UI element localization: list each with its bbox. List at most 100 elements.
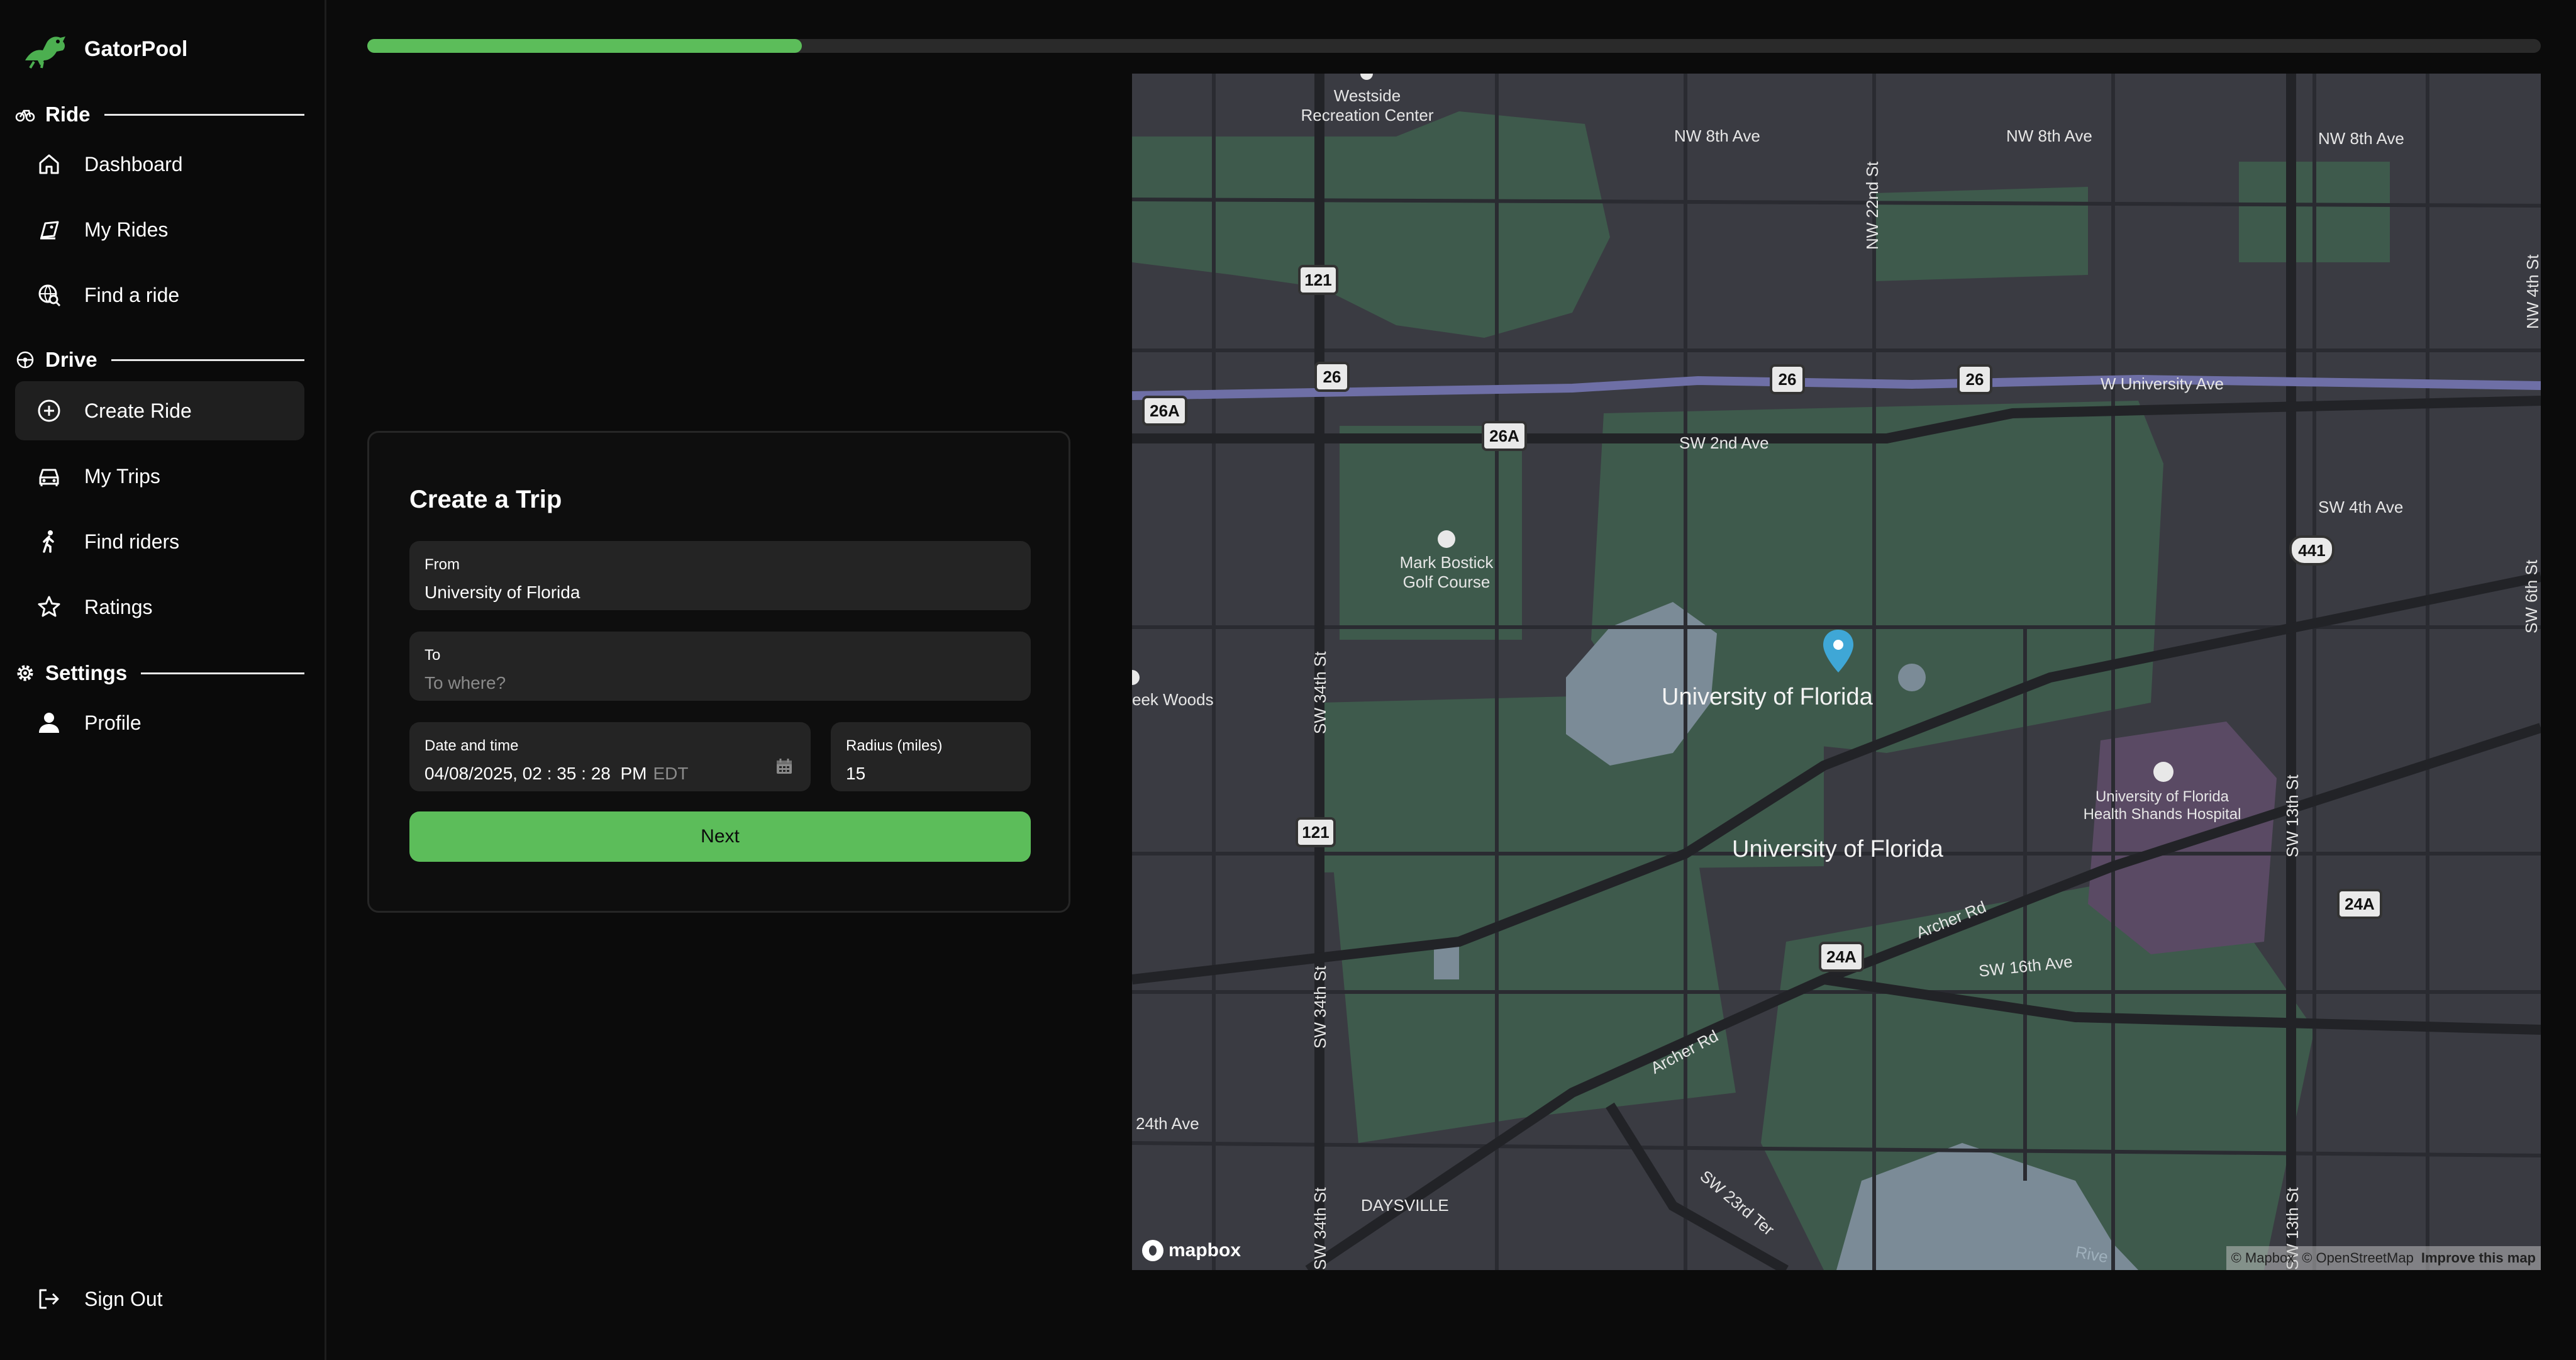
route-shield-26: 26 bbox=[1957, 364, 1992, 394]
section-settings: Settings bbox=[15, 659, 304, 687]
sidebar-item-profile[interactable]: Profile bbox=[15, 693, 304, 752]
map-label-nw-4th-st: NW 4th St bbox=[2523, 254, 2541, 329]
ampm-segment[interactable]: PM bbox=[620, 764, 647, 784]
sidebar-item-ratings[interactable]: Ratings bbox=[15, 577, 304, 637]
map-label-daysville: DAYSVILLE bbox=[1361, 1196, 1449, 1215]
person-walking-icon bbox=[35, 528, 63, 555]
sign-out-label: Sign Out bbox=[84, 1287, 163, 1310]
to-label: To bbox=[425, 647, 441, 664]
mapbox-logo[interactable]: mapbox bbox=[1142, 1240, 1241, 1261]
route-shield-26a: 26A bbox=[1142, 396, 1187, 426]
plus-circle-icon bbox=[35, 397, 63, 425]
datetime-value[interactable]: 04/08/2025, 02 : 35 : 28 PM EDT bbox=[425, 759, 796, 784]
radius-field[interactable]: Radius (miles) bbox=[831, 722, 1031, 791]
mapbox-logo-text: mapbox bbox=[1169, 1240, 1241, 1261]
sidebar-item-create-ride[interactable]: Create Ride bbox=[15, 381, 304, 440]
sidebar: GatorPool Ride Dashboard My Rides Find a… bbox=[0, 0, 326, 1360]
map-label-nw-8th-ave: NW 8th Ave bbox=[2318, 129, 2404, 148]
sign-out-button[interactable]: Sign Out bbox=[15, 1269, 304, 1329]
improve-map-link[interactable]: Improve this map bbox=[2421, 1250, 2536, 1266]
timezone-label: EDT bbox=[653, 764, 689, 783]
section-ride: Ride bbox=[15, 101, 304, 128]
section-drive: Drive bbox=[15, 346, 304, 374]
section-label: Drive bbox=[45, 348, 97, 371]
to-field[interactable]: To bbox=[409, 632, 1031, 701]
route-shield-121: 121 bbox=[1296, 817, 1336, 847]
map-label-sw-6th-st: SW 6th St bbox=[2522, 559, 2541, 633]
sidebar-item-my-rides[interactable]: My Rides bbox=[15, 200, 304, 259]
gear-icon bbox=[15, 663, 35, 683]
section-divider bbox=[104, 113, 304, 116]
car-icon bbox=[35, 462, 63, 490]
section-divider bbox=[141, 672, 304, 674]
radius-input[interactable] bbox=[846, 764, 1016, 784]
from-label: From bbox=[425, 556, 460, 573]
map-label-nw-8th-ave: NW 8th Ave bbox=[2006, 126, 2092, 145]
from-field[interactable]: From bbox=[409, 541, 1031, 610]
globe-search-icon bbox=[35, 281, 63, 309]
home-icon bbox=[35, 150, 63, 178]
attribution-osm-link[interactable]: © OpenStreetMap bbox=[2302, 1250, 2414, 1266]
user-icon bbox=[35, 709, 63, 737]
next-button[interactable]: Next bbox=[409, 811, 1031, 862]
tag-icon bbox=[35, 216, 63, 243]
sign-out-icon bbox=[35, 1285, 63, 1313]
card-title: Create a Trip bbox=[409, 486, 562, 513]
map-view[interactable]: Westside Recreation Center NW 8th Ave NW… bbox=[1132, 74, 2541, 1270]
progress-bar bbox=[367, 39, 2541, 53]
section-divider bbox=[111, 359, 304, 361]
minute-segment[interactable]: 35 bbox=[557, 764, 576, 784]
map-label-nw-22nd-st: NW 22nd St bbox=[1863, 161, 1882, 250]
sidebar-item-label: Create Ride bbox=[84, 399, 192, 422]
sidebar-item-label: Find riders bbox=[84, 530, 180, 553]
star-icon bbox=[35, 593, 63, 621]
map-label-sw-13th-st: SW 13th St bbox=[2283, 774, 2302, 858]
map-label-w-university-ave: W University Ave bbox=[2101, 374, 2224, 393]
section-label: Ride bbox=[45, 103, 91, 126]
section-label: Settings bbox=[45, 661, 128, 684]
map-label-sw-34th-st: SW 34th St bbox=[1311, 1187, 1330, 1271]
month-segment[interactable]: 04 bbox=[425, 764, 444, 784]
gator-logo-icon bbox=[21, 24, 69, 75]
mapbox-logo-icon bbox=[1142, 1240, 1163, 1261]
attribution-mapbox-link[interactable]: © Mapbox bbox=[2231, 1250, 2295, 1266]
to-input[interactable] bbox=[425, 673, 1016, 693]
progress-fill bbox=[367, 39, 802, 53]
sidebar-item-dashboard[interactable]: Dashboard bbox=[15, 135, 304, 194]
sidebar-item-label: Dashboard bbox=[84, 152, 183, 176]
create-trip-card: Create a Trip From To Date and time 04/0… bbox=[367, 431, 1070, 913]
map-label-westside: Westside Recreation Center bbox=[1301, 86, 1434, 125]
location-pin-icon[interactable] bbox=[1822, 628, 1855, 674]
from-input[interactable] bbox=[425, 582, 1016, 603]
brand[interactable]: GatorPool bbox=[21, 24, 187, 74]
route-shield-26: 26 bbox=[1770, 364, 1805, 394]
steering-wheel-icon bbox=[15, 350, 35, 370]
map-label-sw-34th-st: SW 34th St bbox=[1311, 651, 1330, 735]
year-segment[interactable]: 2025 bbox=[474, 764, 513, 784]
map-label-university-of-florida: University of Florida bbox=[1732, 836, 1943, 862]
sidebar-item-my-trips[interactable]: My Trips bbox=[15, 447, 304, 506]
map-label-sw-4th-ave: SW 4th Ave bbox=[2318, 498, 2404, 516]
sidebar-item-find-riders[interactable]: Find riders bbox=[15, 512, 304, 571]
second-segment[interactable]: 28 bbox=[591, 764, 611, 784]
bike-icon bbox=[15, 104, 35, 125]
route-shield-26: 26 bbox=[1314, 362, 1350, 392]
calendar-icon[interactable] bbox=[774, 756, 794, 776]
route-shield-121: 121 bbox=[1298, 265, 1338, 295]
radius-label: Radius (miles) bbox=[846, 737, 943, 754]
map-label-sw-2nd-ave: SW 2nd Ave bbox=[1679, 433, 1769, 452]
route-shield-24a: 24A bbox=[2337, 889, 2382, 919]
map-attribution: © Mapbox © OpenStreetMap Improve this ma… bbox=[2226, 1246, 2541, 1270]
map-label-university-of-florida: University of Florida bbox=[1662, 684, 1873, 710]
sidebar-item-find-a-ride[interactable]: Find a ride bbox=[15, 265, 304, 325]
route-shield-26a: 26A bbox=[1482, 421, 1527, 451]
map-label-creek-woods: eek Woods bbox=[1132, 690, 1214, 709]
hour-segment[interactable]: 02 bbox=[523, 764, 542, 784]
day-segment[interactable]: 08 bbox=[449, 764, 469, 784]
map-label-24th-ave: 24th Ave bbox=[1136, 1114, 1199, 1133]
sidebar-item-label: Ratings bbox=[84, 595, 153, 618]
datetime-field[interactable]: Date and time 04/08/2025, 02 : 35 : 28 P… bbox=[409, 722, 811, 791]
sidebar-item-label: Profile bbox=[84, 711, 142, 734]
sidebar-item-label: My Rides bbox=[84, 218, 169, 241]
route-shield-441: 441 bbox=[2289, 535, 2334, 566]
